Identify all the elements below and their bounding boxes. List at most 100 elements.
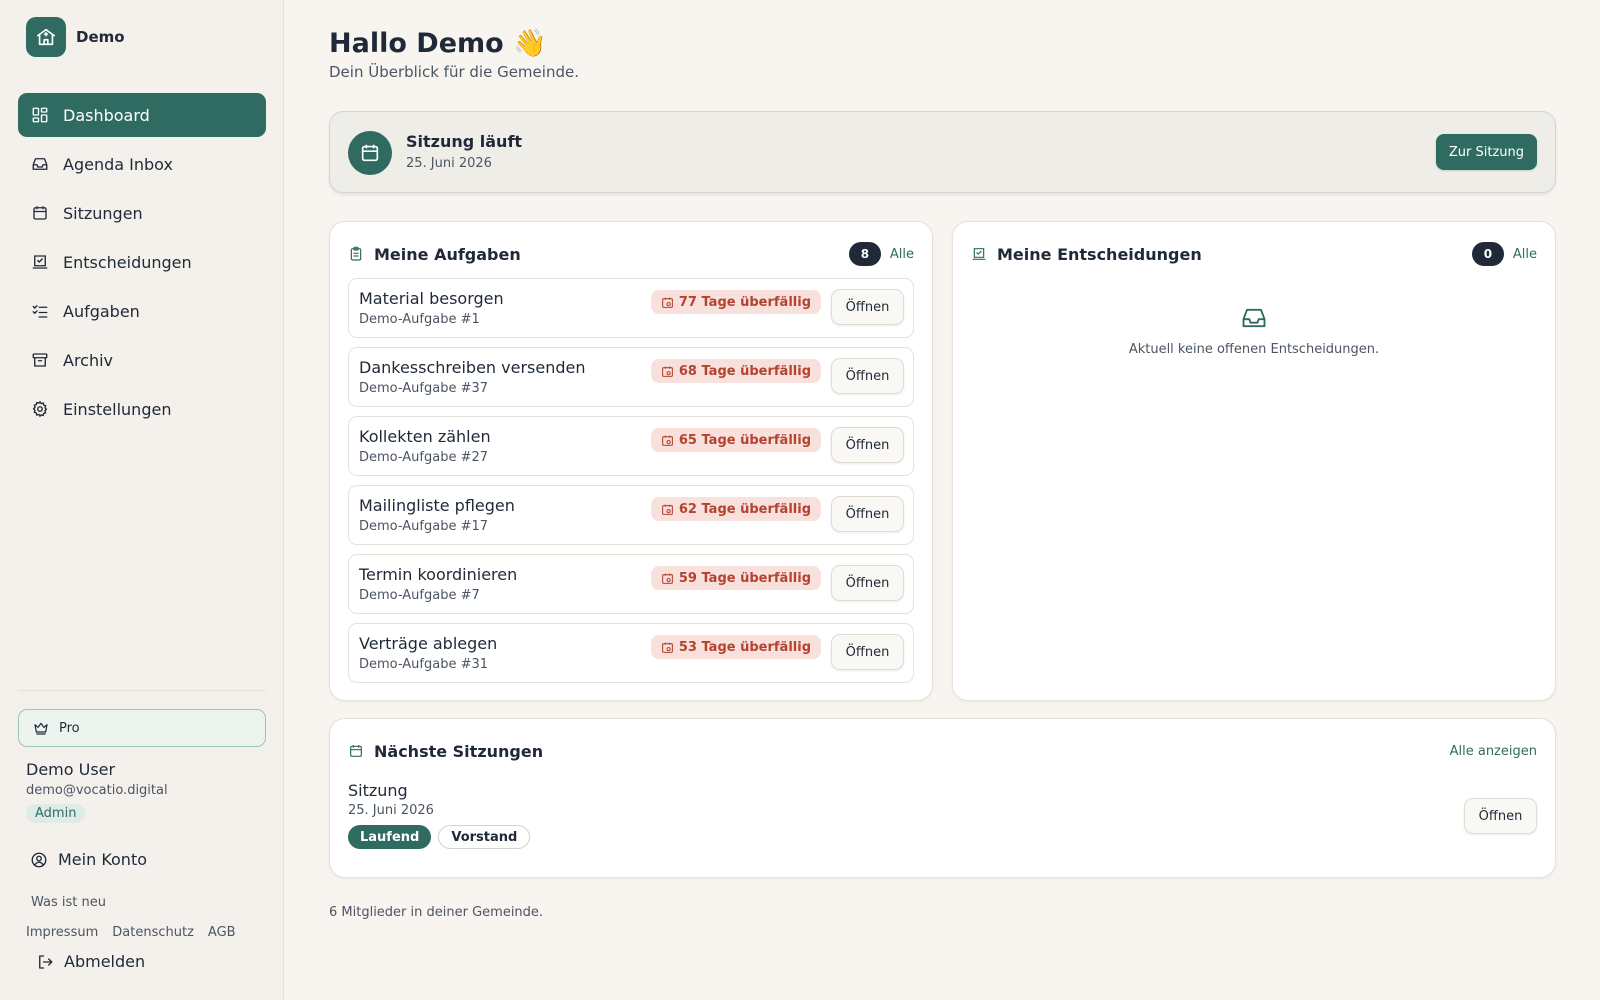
card-header: Meine Aufgaben 8 Alle <box>348 242 914 266</box>
open-task-button[interactable]: Öffnen <box>831 427 904 463</box>
nav-label: Aufgaben <box>63 301 140 321</box>
church-logo-icon <box>26 17 66 57</box>
user-name: Demo User <box>26 760 116 779</box>
nav-item-dashboard[interactable]: Dashboard <box>18 93 266 137</box>
session-name: Sitzung <box>348 781 408 800</box>
task-subtitle: Demo-Aufgabe #1 <box>359 312 480 327</box>
nav-item-einstellungen[interactable]: Einstellungen <box>18 387 266 431</box>
task-title: Termin koordinieren <box>359 565 518 584</box>
impressum-link[interactable]: Impressum <box>26 925 98 940</box>
inbox-icon <box>32 158 48 170</box>
clipboard-icon <box>350 246 362 261</box>
calendar-clock-icon <box>661 366 673 377</box>
logout-label: Abmelden <box>64 952 146 971</box>
task-row[interactable]: Kollekten zählen Demo-Aufgabe #27 65 Tag… <box>348 416 914 476</box>
nav-item-agenda-inbox[interactable]: Agenda Inbox <box>18 142 266 186</box>
overdue-badge: 68 Tage überfällig <box>650 359 821 383</box>
overdue-text: 68 Tage überfällig <box>678 363 811 379</box>
task-title: Mailingliste pflegen <box>359 496 515 515</box>
open-task-button[interactable]: Öffnen <box>831 358 904 394</box>
overdue-badge: 53 Tage überfällig <box>650 635 821 659</box>
nav-label: Sitzungen <box>63 203 143 223</box>
nav-item-sitzungen[interactable]: Sitzungen <box>18 191 266 235</box>
task-title: Material besorgen <box>359 289 504 308</box>
card-title: Meine Aufgaben <box>374 244 521 264</box>
my-account-link[interactable]: Mein Konto <box>30 850 147 869</box>
overdue-text: 59 Tage überfällig <box>678 570 811 586</box>
overdue-badge: 59 Tage überfällig <box>650 566 821 590</box>
next-sessions-card: Nächste Sitzungen Alle anzeigen Sitzung … <box>329 718 1556 878</box>
card-title: Meine Entscheidungen <box>997 244 1202 264</box>
brand-name: Demo <box>76 28 125 46</box>
logout-button[interactable]: Abmelden <box>36 952 145 971</box>
session-tags: Laufend Vorstand <box>348 825 531 849</box>
banner-date: 25. Juni 2026 <box>406 156 492 171</box>
decision-icon <box>32 255 48 269</box>
open-task-button[interactable]: Öffnen <box>831 289 904 325</box>
open-task-button[interactable]: Öffnen <box>831 565 904 601</box>
task-row[interactable]: Verträge ablegen Demo-Aufgabe #31 53 Tag… <box>348 623 914 683</box>
decision-icon <box>972 248 986 260</box>
all-decisions-link[interactable]: Alle <box>1513 247 1537 262</box>
user-email: demo@vocatio.digital <box>26 783 168 798</box>
card-header: Meine Entscheidungen 0 Alle <box>971 242 1537 266</box>
task-subtitle: Demo-Aufgabe #7 <box>359 588 480 603</box>
sidebar: Demo Dashboard Agenda Inbox Sitzungen En… <box>0 0 284 1000</box>
task-title: Dankesschreiben versenden <box>359 358 586 377</box>
nav-label: Agenda Inbox <box>63 154 173 174</box>
card-title: Nächste Sitzungen <box>374 741 544 761</box>
calendar-clock-icon <box>661 435 673 446</box>
nav-label: Archiv <box>63 350 114 370</box>
overdue-badge: 77 Tage überfällig <box>650 290 821 314</box>
task-row[interactable]: Mailingliste pflegen Demo-Aufgabe #17 62… <box>348 485 914 545</box>
task-row[interactable]: Dankesschreiben versenden Demo-Aufgabe #… <box>348 347 914 407</box>
brand[interactable]: Demo <box>26 17 125 57</box>
nav-item-archiv[interactable]: Archiv <box>18 338 266 382</box>
datenschutz-link[interactable]: Datenschutz <box>112 925 194 940</box>
all-tasks-link[interactable]: Alle <box>890 247 914 262</box>
page-subtitle: Dein Überblick für die Gemeinde. <box>329 63 579 81</box>
task-title: Verträge ablegen <box>359 634 498 653</box>
card-header: Nächste Sitzungen Alle anzeigen <box>348 739 1537 763</box>
calendar-clock-icon <box>661 504 673 515</box>
empty-state: Aktuell keine offenen Entscheidungen. <box>953 304 1555 357</box>
calendar-clock-icon <box>661 297 673 308</box>
page-title: Hallo Demo 👋 <box>329 28 547 59</box>
nav-label: Einstellungen <box>63 399 172 419</box>
member-count-note: 6 Mitglieder in deiner Gemeinde. <box>329 905 544 920</box>
overdue-text: 77 Tage überfällig <box>678 294 811 310</box>
calendar-clock-icon <box>661 573 673 584</box>
plan-badge[interactable]: Pro <box>18 709 266 747</box>
task-count-badge: 8 <box>848 242 881 266</box>
overdue-text: 62 Tage überfällig <box>678 501 811 517</box>
archive-icon <box>32 353 48 367</box>
nav-item-aufgaben[interactable]: Aufgaben <box>18 289 266 333</box>
nav-item-entscheidungen[interactable]: Entscheidungen <box>18 240 266 284</box>
decision-count-badge: 0 <box>1471 242 1504 266</box>
show-all-sessions-link[interactable]: Alle anzeigen <box>1450 744 1537 759</box>
agb-link[interactable]: AGB <box>208 925 236 940</box>
open-session-button[interactable]: Öffnen <box>1464 798 1537 834</box>
running-session-banner: Sitzung läuft 25. Juni 2026 Zur Sitzung <box>329 111 1556 193</box>
task-title: Kollekten zählen <box>359 427 491 446</box>
group-badge: Vorstand <box>438 825 531 849</box>
nav-label: Dashboard <box>63 105 150 125</box>
role-badge: Admin <box>26 804 86 823</box>
my-decisions-card: Meine Entscheidungen 0 Alle Aktuell kein… <box>952 221 1556 701</box>
task-row[interactable]: Termin koordinieren Demo-Aufgabe #7 59 T… <box>348 554 914 614</box>
open-task-button[interactable]: Öffnen <box>831 634 904 670</box>
calendar-icon <box>33 206 47 220</box>
gear-icon <box>32 400 48 418</box>
tasks-icon <box>32 305 48 318</box>
card-header-actions: Alle anzeigen <box>1450 744 1537 759</box>
crown-icon <box>34 722 48 735</box>
sidebar-divider <box>18 690 266 691</box>
whats-new-link[interactable]: Was ist neu <box>31 895 106 910</box>
go-to-session-button[interactable]: Zur Sitzung <box>1435 134 1537 170</box>
task-row[interactable]: Material besorgen Demo-Aufgabe #1 77 Tag… <box>348 278 914 338</box>
user-circle-icon <box>31 852 47 867</box>
open-task-button[interactable]: Öffnen <box>831 496 904 532</box>
overdue-badge: 65 Tage überfällig <box>650 428 821 452</box>
task-subtitle: Demo-Aufgabe #17 <box>359 519 489 534</box>
logout-icon <box>39 954 53 969</box>
